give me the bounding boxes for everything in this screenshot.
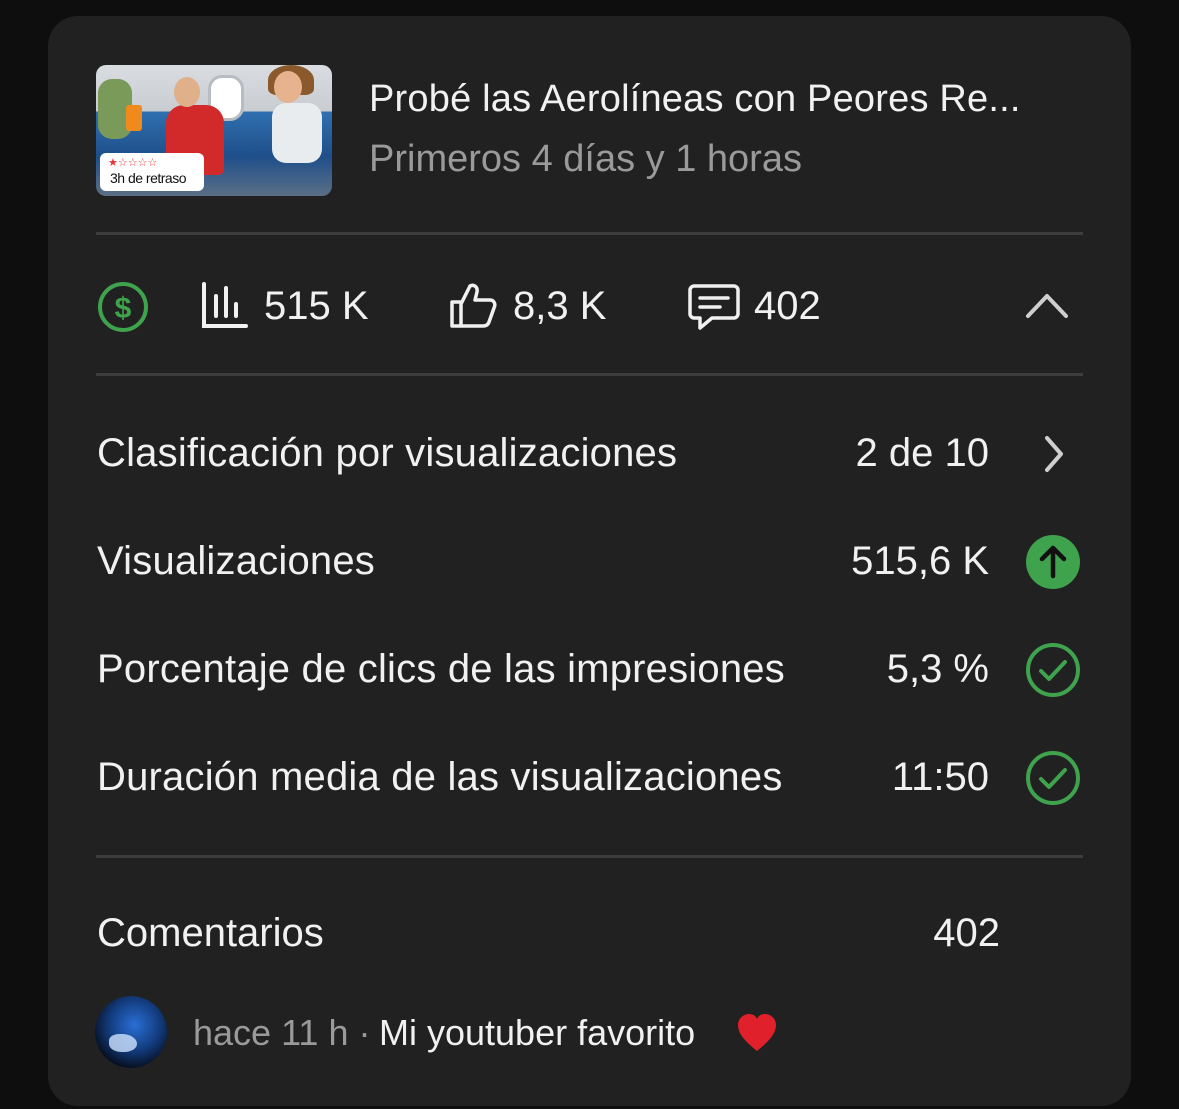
metric-views-label: Visualizaciones bbox=[97, 539, 375, 583]
metric-ctr-value: 5,3 % bbox=[886, 647, 989, 691]
comment-text[interactable]: Mi youtuber favorito bbox=[379, 1012, 695, 1054]
video-analytics-card: ★☆☆☆☆ 3h de retraso Probé las Aerolíneas… bbox=[48, 16, 1131, 1106]
svg-text:$: $ bbox=[115, 292, 132, 325]
video-title[interactable]: Probé las Aerolíneas con Peores Re... bbox=[369, 78, 1021, 121]
rating-stars-icon: ★☆☆☆☆ bbox=[108, 157, 158, 169]
divider bbox=[96, 373, 1083, 376]
check-circle-icon bbox=[1026, 643, 1080, 697]
thumbnail-person-right-head bbox=[274, 71, 302, 103]
metric-avg-duration-value: 11:50 bbox=[891, 755, 989, 799]
divider bbox=[96, 855, 1083, 858]
comment-icon[interactable] bbox=[688, 282, 740, 332]
metric-views-value: 515,6 K bbox=[851, 539, 989, 583]
dollar-circle-icon[interactable]: $ bbox=[96, 280, 150, 334]
thumbnail-person-right-body bbox=[272, 103, 322, 163]
chevron-up-icon[interactable] bbox=[1024, 290, 1070, 320]
thumbnail-badge-text: 3h de retraso bbox=[110, 170, 187, 186]
thumbs-up-icon[interactable] bbox=[448, 280, 498, 330]
video-period: Primeros 4 días y 1 horas bbox=[369, 138, 802, 180]
video-thumbnail[interactable]: ★☆☆☆☆ 3h de retraso bbox=[96, 65, 332, 196]
stats-row: $ 515 K 8,3 K 402 bbox=[48, 268, 1131, 348]
chevron-right-icon[interactable] bbox=[1025, 426, 1081, 482]
metric-ctr-label: Porcentaje de clics de las impresiones bbox=[97, 647, 785, 691]
arrow-up-circle-icon bbox=[1026, 535, 1080, 589]
metric-ranking-value: 2 de 10 bbox=[855, 431, 989, 475]
comments-section-count: 402 bbox=[933, 911, 1000, 955]
divider bbox=[96, 232, 1083, 235]
bar-chart-icon bbox=[202, 282, 248, 328]
thumbnail-snack-bag bbox=[126, 105, 142, 131]
thumbnail-rating-badge: ★☆☆☆☆ 3h de retraso bbox=[100, 153, 204, 191]
avatar[interactable] bbox=[95, 996, 167, 1068]
comments-stat-count: 402 bbox=[754, 284, 821, 328]
likes-count: 8,3 K bbox=[513, 284, 607, 328]
check-circle-icon bbox=[1026, 751, 1080, 805]
thumbnail-person-center-head bbox=[174, 77, 200, 107]
views-count: 515 K bbox=[264, 284, 369, 328]
comment-timestamp: hace 11 h · bbox=[193, 1012, 371, 1053]
heart-icon bbox=[738, 1014, 776, 1051]
comments-section-label[interactable]: Comentarios bbox=[97, 911, 324, 956]
metric-avg-duration-label: Duración media de las visualizaciones bbox=[97, 755, 783, 799]
metric-ranking-label[interactable]: Clasificación por visualizaciones bbox=[97, 431, 677, 476]
